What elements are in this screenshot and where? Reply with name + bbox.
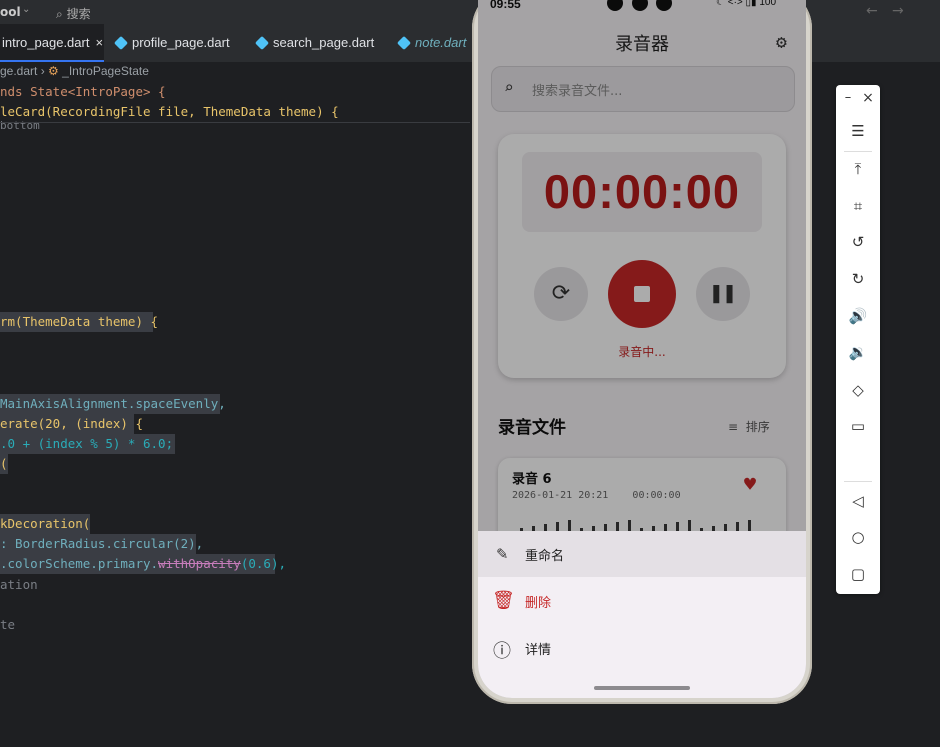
code-line: leCard(RecordingFile file, ThemeData the… <box>0 104 339 119</box>
edit-icon: ✎ <box>496 543 508 564</box>
breadcrumb: ge.dart › ⚙ _IntroPageState <box>0 64 149 78</box>
dart-file-icon <box>113 35 129 51</box>
menu-icon[interactable]: ☰ <box>836 122 880 140</box>
rotate-left-icon[interactable]: ↺ <box>836 233 880 251</box>
info-icon: ⓘ <box>493 641 511 662</box>
deprecated-call: withOpacity <box>158 556 241 571</box>
toolbar-divider <box>844 151 872 152</box>
code-line: rm(ThemeData theme) { <box>0 314 159 329</box>
volume-down-icon[interactable]: 🔉 <box>836 343 880 361</box>
forward-arrow-icon[interactable]: → <box>892 3 904 19</box>
code-line: .colorScheme.primary. <box>0 556 159 571</box>
code-editor[interactable]: nds State<IntroPage> { leCard(RecordingF… <box>0 82 470 747</box>
rotate-right-icon[interactable]: ↻ <box>836 270 880 288</box>
ide-search[interactable]: ⌕ 搜索 <box>56 5 91 22</box>
menu-item-delete[interactable]: 🗑 删除 <box>478 578 806 624</box>
menu-item-rename[interactable]: ✎ 重命名 <box>478 531 806 577</box>
project-name[interactable]: ool <box>0 5 21 19</box>
dart-file-icon <box>254 35 270 51</box>
close-button[interactable]: × <box>846 90 890 106</box>
class-icon: ⚙ <box>48 64 59 78</box>
tab-intro-page[interactable]: intro_page.dart × <box>0 24 104 62</box>
menu-item-details[interactable]: ⓘ 详情 <box>478 625 806 671</box>
emulator-toolbar: – × ☰ ⤒ ⌗ ↺ ↻ 🔊 🔉 ◇ ▭ ◁ ○ ▢ <box>836 85 880 594</box>
crop-icon[interactable]: ⌗ <box>836 197 880 215</box>
close-tab-icon[interactable]: × <box>95 35 103 50</box>
volume-up-icon[interactable]: 🔊 <box>836 307 880 325</box>
tab-profile-page[interactable]: profile_page.dart <box>113 24 230 62</box>
back-arrow-icon[interactable]: ← <box>866 3 878 19</box>
code-line: : BorderRadius.circular(2), <box>0 536 204 551</box>
dart-file-icon <box>396 35 412 51</box>
chevron-down-icon[interactable]: ⌄ <box>22 4 30 15</box>
pin-to-top-icon[interactable]: ⤒ <box>836 160 880 178</box>
overview-icon[interactable]: ▢ <box>836 565 880 583</box>
phone-screen: 09:55 ☾ <·> ▯▮ 100 录音器 ⚙ ⌕ 搜索录音文件... 00:… <box>478 0 806 698</box>
home-indicator[interactable] <box>594 686 690 690</box>
code-line: bottom <box>0 119 40 132</box>
delete-icon: 🗑 <box>492 590 515 611</box>
fold-icon[interactable]: ◇ <box>836 381 880 399</box>
code-line: MainAxisAlignment.spaceEvenly, <box>0 396 226 411</box>
back-icon[interactable]: ◁ <box>836 492 880 510</box>
code-line: .0 + (index % 5) * 6.0; <box>0 436 174 451</box>
code-line: ( <box>0 456 8 471</box>
search-icon: ⌕ <box>56 7 63 21</box>
tab-search-page[interactable]: search_page.dart <box>254 24 374 62</box>
home-icon[interactable]: ○ <box>836 528 880 546</box>
code-line: erate(20, (index) { <box>0 416 143 431</box>
sticky-header-divider <box>0 122 470 123</box>
tab-note[interactable]: note.dart <box>396 24 466 62</box>
bottom-sheet-menu: ✎ 重命名 🗑 删除 ⓘ 详情 <box>478 531 806 698</box>
toolbar-divider <box>844 481 872 482</box>
code-line: ation <box>0 577 38 592</box>
code-line: nds State<IntroPage> { <box>0 84 166 99</box>
devices-icon[interactable]: ▭ <box>836 417 880 435</box>
code-line: kDecoration( <box>0 516 91 531</box>
code-line: te <box>0 617 16 632</box>
